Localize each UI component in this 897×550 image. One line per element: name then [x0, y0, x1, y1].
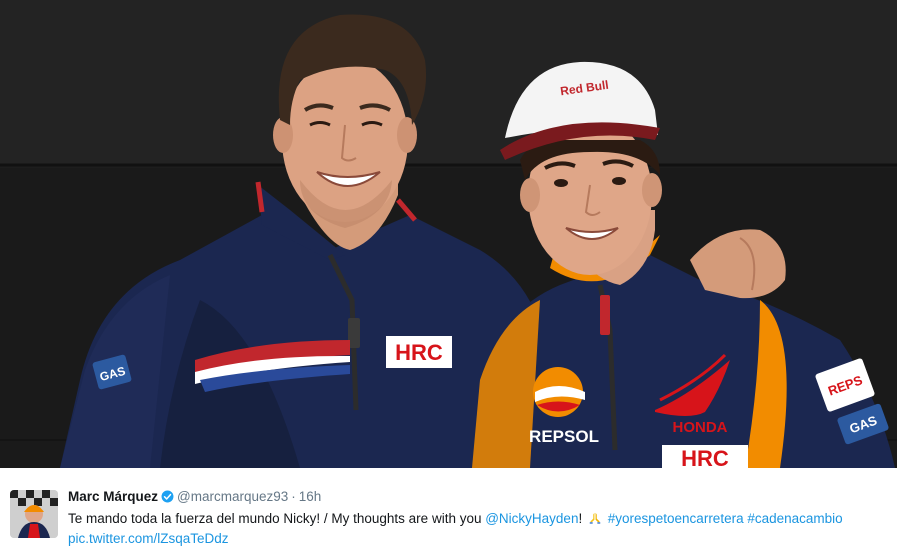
header-separator: ·: [291, 489, 296, 504]
hashtag-link[interactable]: #cadenacambio: [747, 511, 842, 526]
avatar[interactable]: [10, 490, 58, 538]
photo-illustration: HRC GAS Red Bull REPSOL HONDA HRC REPS G…: [0, 0, 897, 468]
pic-link[interactable]: pic.twitter.com/lZsqaTeDdz: [68, 531, 229, 546]
verified-badge-icon: [161, 490, 174, 503]
hashtag-link[interactable]: #yorespetoencarretera: [608, 511, 744, 526]
tweet-body: Marc Márquez @marcmarquez93 · 16h Te mando …: [0, 468, 897, 550]
svg-text:HONDA: HONDA: [673, 419, 728, 436]
tweet-timestamp[interactable]: 16h: [299, 489, 322, 504]
tweet-text-line-2: pic.twitter.com/lZsqaTeDdz: [68, 529, 894, 549]
avatar-image: [10, 490, 58, 538]
tweet-card: HRC GAS Red Bull REPSOL HONDA HRC REPS G…: [0, 0, 897, 550]
author-handle[interactable]: @marcmarquez93: [177, 489, 288, 504]
tweet-exclamation: !: [578, 511, 583, 526]
tweet-photo[interactable]: HRC GAS Red Bull REPSOL HONDA HRC REPS G…: [0, 0, 897, 468]
svg-text:HRC: HRC: [681, 446, 729, 468]
praying-hands-icon: [589, 512, 601, 524]
hrc-logo-left: HRC: [395, 340, 443, 365]
author-name[interactable]: Marc Márquez: [68, 489, 158, 504]
tweet-text: Te mando toda la fuerza del mundo Nicky!…: [68, 509, 894, 549]
tweet-header: Marc Márquez @marcmarquez93 · 16h: [68, 488, 321, 505]
mention-link[interactable]: @NickyHayden: [485, 511, 578, 526]
tweet-text-line-1: Te mando toda la fuerza del mundo Nicky!…: [68, 509, 894, 529]
svg-text:REPSOL: REPSOL: [529, 427, 599, 446]
tweet-text-main: Te mando toda la fuerza del mundo Nicky!…: [68, 511, 486, 526]
